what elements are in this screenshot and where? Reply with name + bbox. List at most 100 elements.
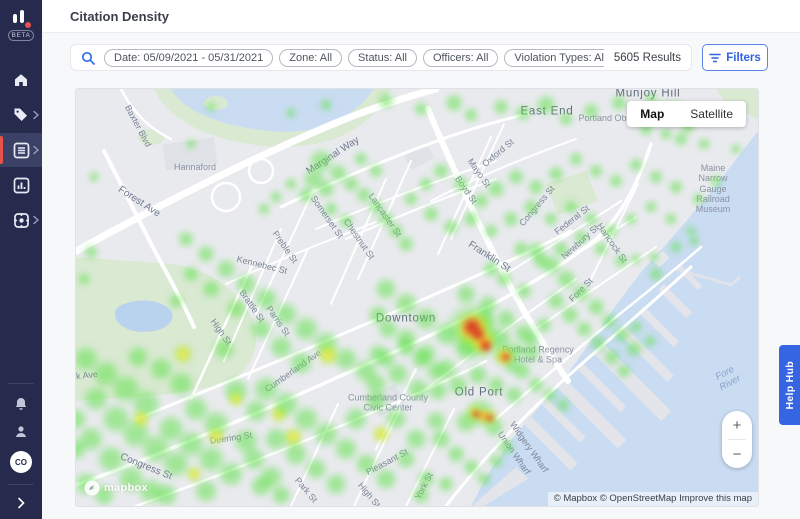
filter-funnel-icon <box>709 53 721 63</box>
sidebar-bottom: CO <box>0 377 42 515</box>
heat-point <box>624 212 638 226</box>
heat-point <box>364 389 388 413</box>
sidebar-item-reports[interactable] <box>0 168 42 202</box>
heat-point <box>628 157 644 173</box>
filter-chip[interactable]: Officers: All <box>423 49 498 67</box>
heat-point <box>284 177 298 191</box>
filter-chip[interactable]: Violation Types: All <box>504 49 603 67</box>
heat-point <box>304 457 328 481</box>
bell-icon[interactable] <box>13 396 29 412</box>
filter-chip[interactable]: Zone: All <box>279 49 342 67</box>
heat-point <box>630 253 642 265</box>
heat-point <box>668 179 684 195</box>
map-style-satellite-button[interactable]: Satellite <box>677 101 746 127</box>
heat-point <box>603 223 619 239</box>
heat-point <box>353 151 369 167</box>
heat-point <box>547 165 565 183</box>
heat-point <box>228 391 244 407</box>
zoom-in-button[interactable]: + <box>722 411 752 439</box>
heat-point <box>462 210 480 228</box>
heat-point <box>83 244 99 260</box>
heat-point <box>648 266 664 282</box>
heat-point <box>563 199 579 215</box>
main-content: Date: 05/09/2021 - 05/31/2021 Zone: All St… <box>42 32 800 519</box>
help-hub-button[interactable]: Help Hub <box>779 345 800 425</box>
heat-point <box>447 374 469 396</box>
heat-point <box>673 131 689 147</box>
heat-point <box>582 102 600 120</box>
filter-chips: Date: 05/09/2021 - 05/31/2021 Zone: All St… <box>104 49 604 67</box>
map-canvas[interactable]: Munjoy HillEast EndPortland ObservatoryM… <box>75 88 759 507</box>
heat-point <box>297 186 315 204</box>
heat-point <box>403 191 419 207</box>
heat-point <box>514 104 532 122</box>
sidebar-item-home[interactable] <box>0 63 42 97</box>
heat-point <box>212 337 236 361</box>
search-icon <box>81 51 95 65</box>
heat-point <box>397 235 415 253</box>
sidebar-item-permits[interactable] <box>0 98 42 132</box>
heat-point <box>77 272 91 286</box>
heat-point <box>225 298 247 320</box>
heat-point <box>153 482 179 507</box>
filters-button[interactable]: Filters <box>702 44 768 71</box>
heat-point <box>555 397 571 413</box>
profile-icon[interactable] <box>13 424 29 440</box>
heat-point <box>476 471 492 487</box>
heat-point <box>132 410 150 428</box>
heat-point <box>573 229 589 245</box>
logo-bar <box>13 14 17 23</box>
heat-point <box>368 163 384 179</box>
heat-point <box>249 317 273 341</box>
attribution-osm-link[interactable]: © OpenStreetMap <box>600 493 677 504</box>
heat-point <box>575 320 593 338</box>
heat-point <box>354 452 378 476</box>
heat-point <box>648 251 660 263</box>
sidebar-nav <box>0 63 42 237</box>
filter-chip[interactable]: Date: 05/09/2021 - 05/31/2021 <box>104 49 273 67</box>
expand-sidebar-chevron-icon[interactable] <box>17 497 25 509</box>
avatar[interactable]: CO <box>10 451 32 473</box>
heat-point <box>317 344 339 366</box>
heat-point <box>324 472 348 496</box>
chevron-right-icon <box>33 216 39 225</box>
heat-point <box>522 330 540 348</box>
heat-point <box>367 304 389 326</box>
heat-point <box>377 92 395 110</box>
map-style-map-button[interactable]: Map <box>627 101 677 127</box>
heat-point <box>535 316 553 334</box>
heat-point <box>603 348 621 366</box>
help-hub-label: Help Hub <box>784 361 796 409</box>
attribution-mapbox-link[interactable]: © Mapbox <box>554 493 597 504</box>
filter-bar[interactable]: Date: 05/09/2021 - 05/31/2021 Zone: All St… <box>70 44 692 71</box>
heat-point <box>629 320 643 334</box>
heat-point <box>664 212 678 226</box>
page-title: Citation Density <box>42 0 800 24</box>
sidebar-item-enforcement[interactable] <box>0 203 42 237</box>
heat-point <box>411 485 431 505</box>
attribution-improve-link[interactable]: Improve this map <box>679 493 752 504</box>
heat-point <box>543 211 559 227</box>
results-count: 5605 Results <box>604 52 681 64</box>
heat-point <box>613 253 629 269</box>
heat-point <box>644 200 658 214</box>
sidebar-item-citations[interactable] <box>0 133 42 167</box>
app-logo[interactable] <box>11 9 31 28</box>
heat-point <box>709 174 723 188</box>
heat-point <box>177 230 195 248</box>
heat-point <box>395 448 417 470</box>
heat-point <box>323 201 339 217</box>
heat-point <box>480 340 492 352</box>
page-header: Citation Density <box>42 0 800 33</box>
map-zoom-control: + − <box>722 411 752 468</box>
heat-point <box>515 282 533 300</box>
mapbox-logo[interactable]: mapbox <box>84 480 148 496</box>
heat-point <box>193 478 219 504</box>
heat-point <box>126 345 150 369</box>
filter-chip[interactable]: Status: All <box>348 49 417 67</box>
heat-point <box>196 244 216 264</box>
logo-dot <box>25 22 31 28</box>
heat-point <box>527 178 545 196</box>
heat-point <box>88 171 100 183</box>
heat-point <box>413 101 429 117</box>
